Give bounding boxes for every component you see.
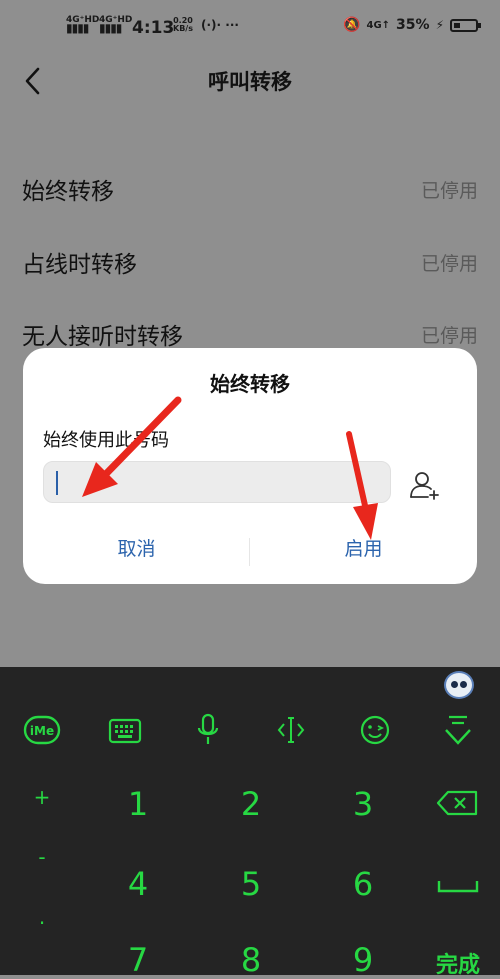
text-caret [56, 471, 58, 495]
emoji-icon[interactable] [359, 714, 391, 746]
speed-unit: KB/s [173, 24, 193, 33]
key-7[interactable]: 7 [118, 941, 158, 979]
setting-busy-forward[interactable]: 占线时转移 已停用 [0, 231, 500, 287]
svg-text:iMe: iMe [30, 724, 54, 738]
phone-number-input[interactable] [43, 461, 391, 503]
minus-key[interactable]: - [30, 845, 54, 869]
signal-bars-icon: ▮▮▮▮ [99, 21, 122, 35]
mascot-icon[interactable] [444, 671, 474, 699]
battery-percent: 35% [396, 17, 430, 33]
setting-status: 已停用 [420, 253, 478, 275]
dialog-subtitle: 始终使用此号码 [43, 430, 169, 451]
enable-button[interactable]: 启用 [250, 534, 477, 574]
add-contact-button[interactable] [408, 468, 442, 502]
ime-logo-icon[interactable]: iMe [23, 715, 61, 745]
dot-key[interactable]: . [30, 905, 54, 929]
key-3[interactable]: 3 [343, 785, 383, 823]
space-key[interactable] [436, 877, 480, 895]
battery-icon [450, 18, 481, 32]
keyboard-icon[interactable] [108, 717, 142, 745]
charging-icon: ⚡ [435, 18, 444, 32]
add-contact-icon [410, 472, 439, 500]
dialog-title: 始终转移 [210, 372, 290, 396]
soft-keyboard: iMe + - . 1 2 3 4 5 6 7 8 9 完成 [0, 667, 500, 979]
bell-muted-icon: 🔕 [343, 17, 361, 33]
setting-status: 已停用 [420, 325, 478, 347]
setting-label: 始终转移 [22, 179, 114, 205]
app-header: 呼叫转移 [0, 56, 500, 106]
setting-label: 占线时转移 [22, 252, 137, 278]
backspace-key[interactable] [436, 789, 480, 817]
signal-bars-icon: ▮▮▮▮ [66, 21, 89, 35]
key-6[interactable]: 6 [343, 865, 383, 903]
key-4[interactable]: 4 [118, 865, 158, 903]
key-9[interactable]: 9 [343, 941, 383, 979]
clock: 4:13 [132, 18, 175, 38]
network-type: 4G↑ [366, 19, 391, 31]
space-icon [437, 881, 479, 893]
plus-key[interactable]: + [30, 785, 54, 809]
cursor-move-icon[interactable] [276, 714, 306, 746]
key-8[interactable]: 8 [231, 941, 271, 979]
setting-always-forward[interactable]: 始终转移 已停用 [0, 158, 500, 214]
page-title: 呼叫转移 [208, 70, 292, 94]
status-misc: (·)· ··· [201, 18, 239, 32]
network-speed: 0.20 KB/s [173, 17, 193, 33]
key-2[interactable]: 2 [231, 785, 271, 823]
collapse-keyboard-icon[interactable] [443, 713, 473, 747]
signal-indicator-1: 4G⁺HD ▮▮▮▮ [66, 16, 99, 35]
cancel-button[interactable]: 取消 [23, 534, 250, 574]
status-bar: 4G⁺HD ▮▮▮▮ 4G⁺HD ▮▮▮▮ 4:13 0.20 KB/s (·)… [0, 0, 500, 56]
microphone-icon[interactable] [196, 713, 220, 747]
status-right: 🔕 4G↑ 35% ⚡ [343, 17, 481, 33]
done-key[interactable]: 完成 [430, 947, 486, 979]
forward-dialog: 始终转移 始终使用此号码 取消 启用 [23, 348, 477, 584]
setting-label: 无人接听时转移 [22, 324, 183, 350]
key-5[interactable]: 5 [231, 865, 271, 903]
signal-indicator-2: 4G⁺HD ▮▮▮▮ [99, 16, 132, 35]
setting-status: 已停用 [420, 180, 478, 202]
key-1[interactable]: 1 [118, 785, 158, 823]
backspace-icon [436, 790, 478, 816]
